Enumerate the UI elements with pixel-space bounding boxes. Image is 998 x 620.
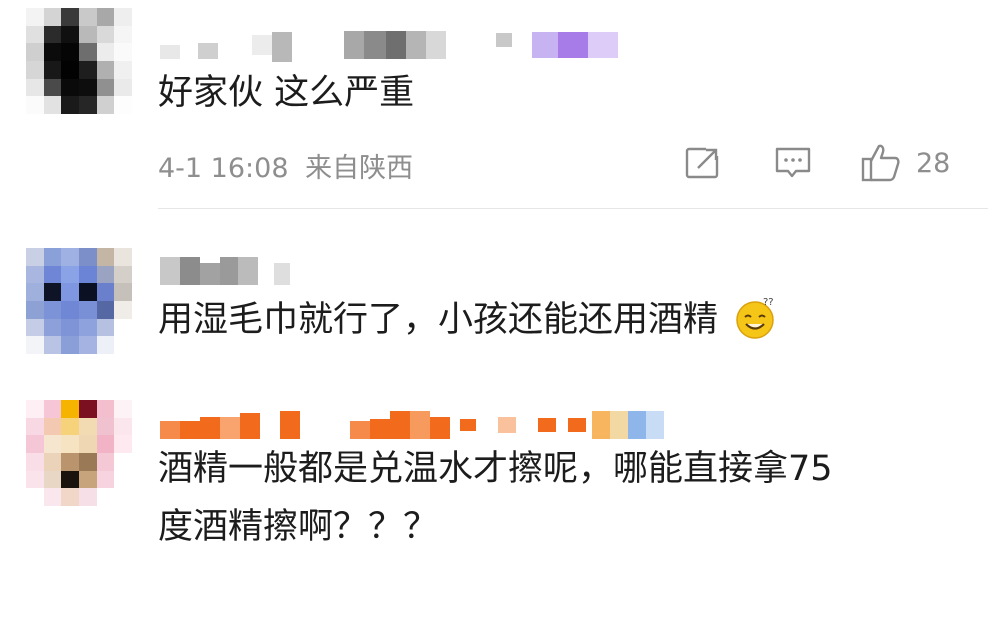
username-pixelated[interactable] xyxy=(160,28,618,62)
comment-text-content: 用湿毛巾就行了，小孩还能还用酒精 xyxy=(158,300,719,340)
comment-text-line-1: 酒精一般都是兑温水才擦呢，哪能直接拿75 xyxy=(158,449,833,489)
avatar[interactable] xyxy=(26,400,132,506)
share-icon[interactable] xyxy=(684,144,722,182)
comment-text: 好家伙 这么严重 xyxy=(158,73,415,113)
divider xyxy=(158,208,988,209)
sleepy-smile-emoji: ?? xyxy=(736,297,774,339)
thumbs-up-icon[interactable] xyxy=(860,142,902,184)
comment-text: 用湿毛巾就行了，小孩还能还用酒精 ?? xyxy=(158,291,781,349)
comment-actions: 28 xyxy=(680,140,970,190)
avatar[interactable] xyxy=(26,248,132,354)
comment-location: 来自陕西 xyxy=(305,153,414,184)
username-pixelated[interactable] xyxy=(160,408,664,442)
comment-meta: 4-1 16:08 来自陕西 xyxy=(158,146,413,185)
comment-icon[interactable] xyxy=(774,144,812,182)
comment-time: 4-1 16:08 xyxy=(158,153,289,184)
username-pixelated[interactable] xyxy=(160,254,290,288)
comment-text-line-2: 度酒精擦啊？？？ xyxy=(158,507,439,547)
svg-text:??: ?? xyxy=(763,297,774,308)
like-count: 28 xyxy=(916,148,951,179)
avatar[interactable] xyxy=(26,8,132,114)
